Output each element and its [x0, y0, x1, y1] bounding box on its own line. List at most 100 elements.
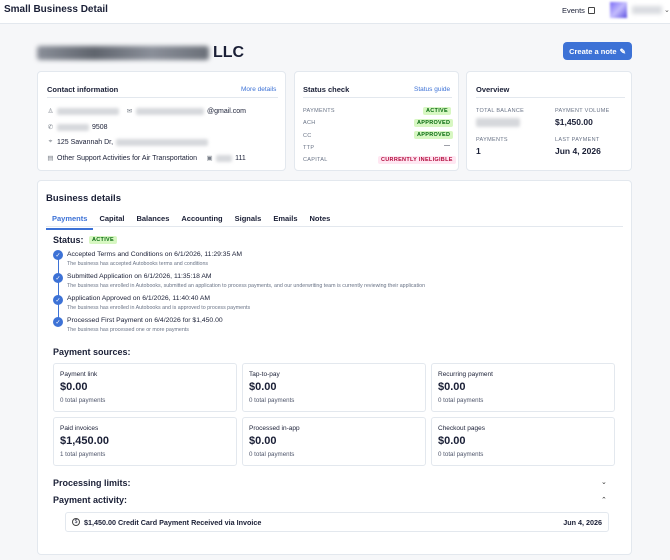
total-balance-redacted [476, 118, 520, 127]
briefcase-icon: ▤ [47, 155, 54, 162]
tab-emails[interactable]: Emails [267, 212, 303, 230]
tab-notes[interactable]: Notes [304, 212, 337, 230]
business-category: Other Support Activities for Air Transpo… [57, 154, 198, 162]
last-payment-label: LAST PAYMENT [555, 137, 600, 143]
source-amount: $0.00 [60, 381, 88, 393]
phone-icon: ✆ [47, 124, 54, 131]
overview-divider [476, 97, 625, 98]
status-check-card: Status check Status guide PAYMENTS ACTIV… [294, 71, 459, 171]
contact-address-row: ⌖ 125 Savannah Dr, [47, 138, 209, 146]
timeline-subtitle: The business has enrolled in Autobooks a… [67, 305, 251, 311]
status-guide-link[interactable]: Status guide [414, 86, 450, 93]
overview-card: Overview TOTAL BALANCE PAYMENT VOLUME $1… [466, 71, 632, 171]
payment-activity-title[interactable]: Payment activity: [53, 495, 127, 505]
status-label-payments: PAYMENTS [303, 108, 335, 114]
status-badge-payments: ACTIVE [423, 107, 451, 115]
status-badge-capital: CURRENTLY INELIGIBLE [378, 156, 456, 164]
contact-name-redacted [57, 107, 119, 115]
tab-accounting[interactable]: Accounting [175, 212, 228, 230]
chevron-down-icon[interactable]: ⌄ [601, 478, 607, 486]
address-redacted [116, 138, 209, 146]
source-card-tap-to-pay: Tap-to-pay $0.00 0 total payments [242, 363, 426, 412]
payments-count-value: 1 [476, 146, 481, 156]
source-count: 0 total payments [438, 451, 484, 458]
last-payment-value: Jun 4, 2026 [555, 146, 601, 156]
tab-signals[interactable]: Signals [229, 212, 268, 230]
business-details-title: Business details [46, 193, 121, 204]
contact-phone-row: ✆ 9508 [47, 123, 108, 131]
company-name-suffix: LLC [213, 44, 245, 61]
payment-volume-value: $1,450.00 [555, 117, 593, 127]
source-count: 0 total payments [249, 451, 295, 458]
payment-description: $1,450.00 Credit Card Payment Received v… [84, 518, 262, 527]
id-redacted [216, 154, 233, 162]
check-icon: ✓ [53, 317, 63, 327]
status-label-cc: CC [303, 133, 312, 139]
timeline-subtitle: The business has processed one or more p… [67, 327, 189, 333]
create-note-button[interactable]: Create a note ✎ [563, 42, 632, 60]
check-icon: ✓ [53, 295, 63, 305]
events-button[interactable]: Events [562, 6, 595, 15]
contact-email-suffix[interactable]: @gmail.com [207, 108, 246, 115]
tab-payments[interactable]: Payments [46, 212, 94, 230]
source-amount: $1,450.00 [60, 435, 109, 447]
location-pin-icon: ⌖ [48, 138, 53, 145]
payment-activity-row[interactable]: $ $1,450.00 Credit Card Payment Received… [65, 512, 609, 532]
calendar-icon [587, 7, 595, 14]
source-title: Checkout pages [438, 425, 485, 432]
tab-balances[interactable]: Balances [130, 212, 175, 230]
timeline-title: Processed First Payment on 6/4/2026 for … [67, 317, 223, 324]
status-label-ttp: TTP [303, 145, 315, 151]
mail-icon: ✉ [126, 108, 133, 115]
events-label: Events [562, 6, 585, 15]
top-bar: Small Business Detail Events ⌄ [0, 0, 670, 24]
timeline-title: Submitted Application on 6/1/2026, 11:35… [67, 273, 212, 280]
more-details-link[interactable]: More details [241, 86, 276, 93]
avatar[interactable] [610, 2, 627, 18]
source-title: Paid invoices [60, 425, 99, 432]
source-title: Processed in-app [249, 425, 300, 432]
pencil-icon: ✎ [619, 46, 626, 56]
contact-address: 125 Savannah Dr, [57, 138, 114, 146]
tab-capital[interactable]: Capital [93, 212, 130, 230]
app-title: Small Business Detail [4, 4, 108, 15]
source-count: 0 total payments [60, 397, 106, 404]
timeline-subtitle: The business has enrolled in Autobooks, … [67, 283, 426, 289]
source-amount: $0.00 [249, 381, 277, 393]
id-card-icon: ▣ [206, 155, 213, 162]
status-divider [303, 97, 452, 98]
source-amount: $0.00 [438, 381, 466, 393]
contact-divider [47, 97, 278, 98]
payments-count-label: PAYMENTS [476, 137, 508, 143]
contact-phone-suffix: 9508 [92, 123, 108, 131]
contact-category-row: ▤ Other Support Activities for Air Trans… [47, 154, 246, 162]
source-count: 1 total payments [60, 451, 106, 458]
chevron-up-icon[interactable]: ⌃ [601, 496, 607, 504]
status-value-ttp: — [444, 143, 450, 149]
phone-redacted [57, 123, 89, 131]
payment-sources-title: Payment sources: [53, 347, 131, 357]
check-icon: ✓ [53, 273, 63, 283]
contact-name-row: ♙ [47, 107, 119, 115]
contact-title: Contact information [47, 85, 119, 94]
tabs-divider [46, 226, 623, 227]
source-card-payment-link: Payment link $0.00 0 total payments [53, 363, 237, 412]
source-card-in-app: Processed in-app $0.00 0 total payments [242, 417, 426, 466]
company-name-redacted [37, 46, 209, 60]
source-card-recurring: Recurring payment $0.00 0 total payments [431, 363, 615, 412]
processing-limits-title[interactable]: Processing limits: [53, 478, 131, 488]
source-amount: $0.00 [249, 435, 277, 447]
source-title: Tap-to-pay [249, 371, 280, 378]
email-redacted [136, 107, 204, 115]
contact-id-suffix: 111 [235, 154, 246, 162]
contact-card: Contact information More details ♙ ✉ @gm… [37, 71, 286, 171]
source-amount: $0.00 [438, 435, 466, 447]
contact-email-row: ✉ @gmail.com [126, 107, 246, 115]
timeline-subtitle: The business has accepted Autobooks term… [67, 261, 209, 267]
chevron-down-icon[interactable]: ⌄ [664, 6, 670, 14]
check-icon: ✓ [53, 250, 63, 260]
status-label-capital: CAPITAL [303, 157, 328, 163]
source-title: Payment link [60, 371, 98, 378]
status-check-title: Status check [303, 85, 350, 94]
source-title: Recurring payment [438, 371, 493, 378]
